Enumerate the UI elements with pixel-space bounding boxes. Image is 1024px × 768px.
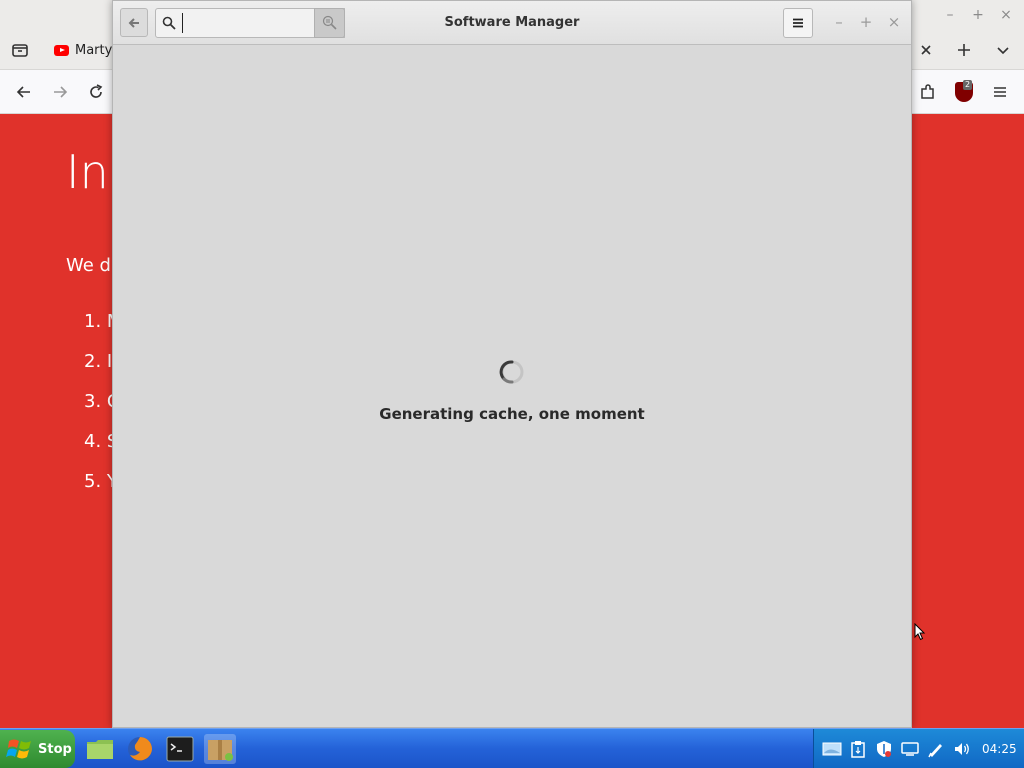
minimize-button[interactable]: – [829,12,849,32]
browser-minimize-button[interactable]: – [939,4,961,26]
pen-tool-icon[interactable] [926,739,946,759]
menu-button[interactable] [783,8,813,38]
ublock-badge: 2 [963,80,973,90]
windows-flag-icon [6,739,31,759]
new-tab-icon[interactable] [952,38,976,62]
software-manager-headerbar: Software Manager – + × [113,1,911,45]
security-shield-icon[interactable] [874,739,894,759]
hamburger-menu-icon [793,18,803,28]
clipboard-icon[interactable] [848,739,868,759]
reload-icon[interactable] [84,80,108,104]
clock[interactable]: 04:25 [982,742,1017,756]
start-button[interactable]: Stop [0,730,75,768]
search-icon [162,16,176,30]
system-tray: 04:25 [813,729,1024,768]
browser-tab[interactable]: Marty [46,36,116,64]
firefox-browser-icon[interactable] [124,734,156,764]
browser-close-button[interactable]: × [995,4,1017,26]
tab-close-icon[interactable] [914,38,938,62]
software-manager-package-icon[interactable] [204,734,236,764]
browser-tab-label: Marty [75,42,113,58]
software-manager-window: Software Manager – + × Generating cache,… [112,0,912,728]
page-paragraph: We d [66,255,111,276]
close-button[interactable]: × [884,12,904,32]
maximize-button[interactable]: + [856,12,876,32]
loading-spinner-icon [499,360,524,384]
volume-speaker-icon[interactable] [952,739,972,759]
mouse-cursor-icon [914,623,926,641]
start-button-label: Stop [38,741,72,757]
show-desktop-icon[interactable] [822,739,842,759]
terminal-icon[interactable] [164,734,196,764]
tab-overview-icon[interactable] [8,38,32,62]
browser-maximize-button[interactable]: + [967,4,989,26]
hamburger-menu-icon[interactable] [988,80,1012,104]
back-arrow-icon[interactable] [12,80,36,104]
tab-list-chevron-icon[interactable] [991,38,1015,62]
search-options-button[interactable] [314,8,345,38]
extensions-puzzle-icon[interactable] [916,80,940,104]
youtube-icon [54,44,69,56]
back-button[interactable] [120,8,148,37]
search-input[interactable] [182,13,332,33]
status-message: Generating cache, one moment [379,405,645,423]
search-list-icon [322,15,337,30]
taskbar: Stop 04:25 [0,728,1024,768]
forward-arrow-icon[interactable] [48,80,72,104]
back-arrow-icon [128,17,139,28]
file-manager-folder-icon[interactable] [84,734,116,764]
display-icon[interactable] [900,739,920,759]
